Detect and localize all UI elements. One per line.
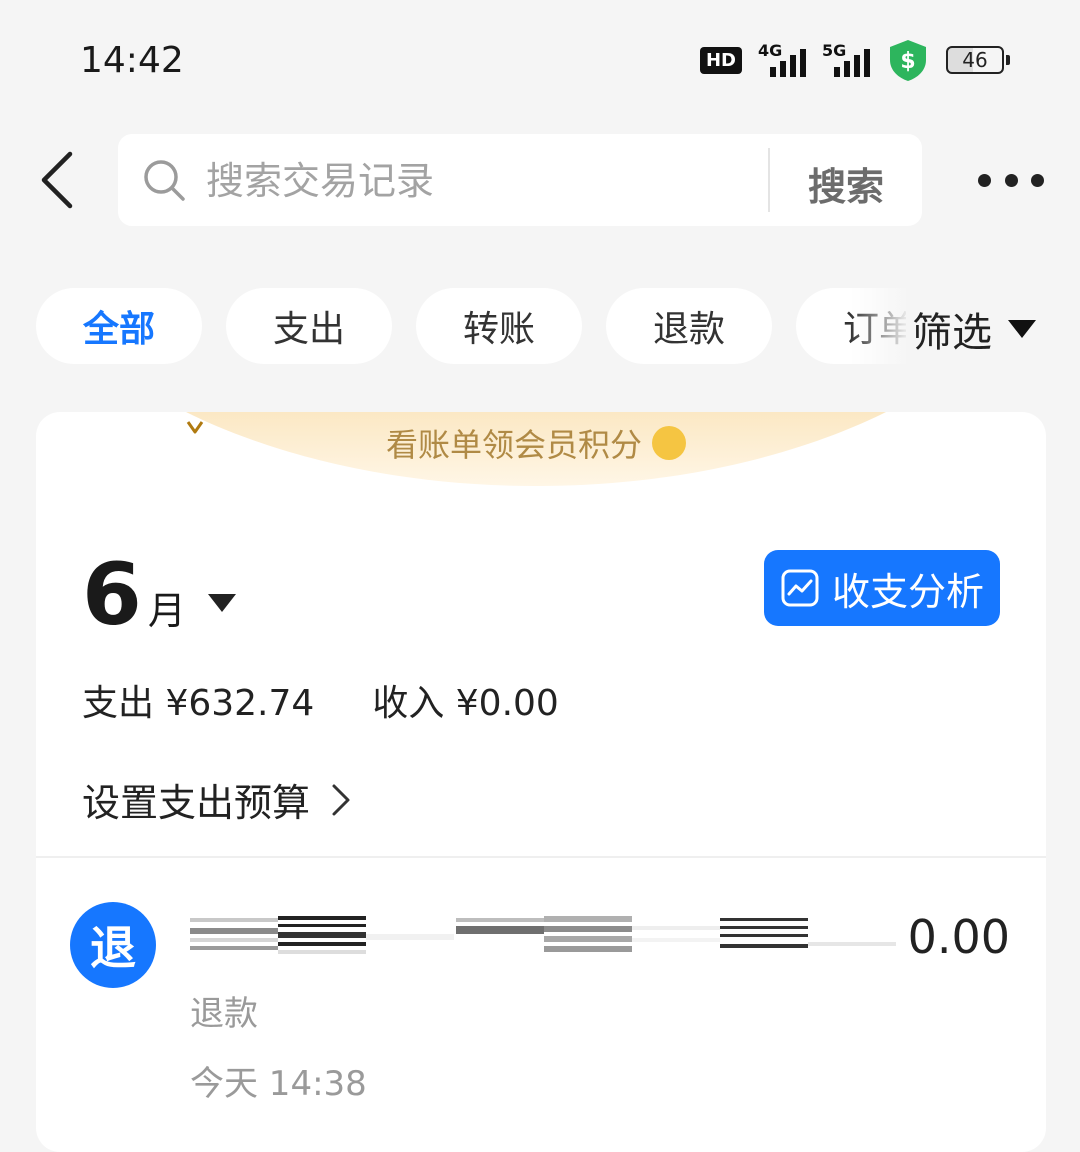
back-chevron-icon[interactable]: [38, 150, 82, 210]
transaction-title-redacted: [190, 916, 896, 954]
search-bar[interactable]: 搜索: [118, 134, 922, 226]
svg-text:$: $: [900, 49, 915, 74]
status-icons: HD 4G 5G $ 46: [699, 38, 1010, 82]
triangle-down-icon: [1008, 320, 1036, 338]
search-icon: [144, 160, 185, 201]
tab-all[interactable]: 全部: [36, 288, 202, 364]
analysis-button[interactable]: 收支分析: [764, 550, 1000, 626]
member-badge-icon: [186, 421, 686, 460]
tab-expense[interactable]: 支出: [226, 288, 392, 364]
month-number: 6: [82, 545, 142, 645]
income-total: 收入 ¥0.00: [372, 683, 559, 724]
month-dropdown-icon: [207, 594, 236, 612]
signal-4g-icon: 4G: [758, 41, 806, 77]
banner-text: 看账单领会员积分: [385, 426, 642, 464]
transaction-type: 退款: [190, 994, 258, 1034]
filter-button[interactable]: 筛选: [912, 300, 1036, 358]
battery-icon: 46: [946, 46, 1010, 74]
tab-refund[interactable]: 退款: [606, 288, 772, 364]
budget-label: 设置支出预算: [82, 781, 311, 825]
tabs-fade: [850, 288, 910, 364]
search-button[interactable]: 搜索: [808, 156, 884, 211]
dollar-shield-icon: $: [890, 40, 926, 81]
points-banner[interactable]: 看账单领会员积分: [186, 412, 886, 490]
bill-card: 看账单领会员积分 6 月 收支分析 支出 ¥632.74 收入 ¥0.00 设置…: [36, 412, 1046, 1152]
search-input[interactable]: [204, 154, 748, 208]
month-unit: 月: [147, 589, 186, 633]
search-divider: [768, 148, 770, 212]
analysis-label: 收支分析: [831, 569, 984, 614]
filter-label: 筛选: [912, 310, 992, 356]
chevron-right-icon: [332, 784, 350, 815]
month-selector[interactable]: 6 月: [82, 552, 236, 638]
more-icon[interactable]: [978, 170, 1044, 190]
month-summary: 支出 ¥632.74 收入 ¥0.00: [82, 674, 559, 726]
transaction-amount: 0.00: [907, 910, 1010, 964]
refund-icon: 退: [70, 902, 156, 988]
expense-total: 支出 ¥632.74: [82, 683, 315, 724]
filter-tabs: 全部 支出 转账 退款 订单: [36, 288, 906, 364]
chart-trend-icon: [781, 569, 819, 607]
transaction-time: 今天 14:38: [190, 1064, 367, 1104]
hd-voice-icon: HD: [699, 46, 742, 74]
budget-link[interactable]: 设置支出预算: [82, 772, 352, 827]
signal-5g-icon: 5G: [822, 41, 870, 77]
tab-transfer[interactable]: 转账: [416, 288, 582, 364]
divider: [36, 856, 1046, 858]
status-time: 14:42: [80, 40, 184, 81]
